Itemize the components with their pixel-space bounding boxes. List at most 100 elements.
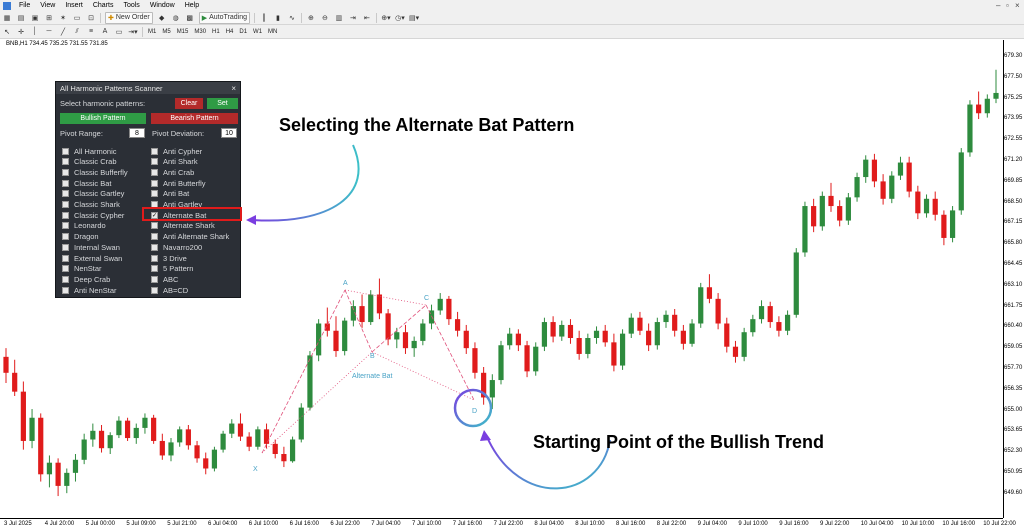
- price-axis[interactable]: [1003, 40, 1024, 518]
- pattern-option[interactable]: Navarro200: [151, 242, 202, 252]
- zoom-out-icon[interactable]: ⊖: [320, 13, 330, 23]
- pivot-range-input[interactable]: 8: [129, 128, 145, 138]
- channel-icon[interactable]: ⫽: [72, 27, 82, 37]
- checkbox[interactable]: [151, 147, 158, 155]
- vertical-line-icon[interactable]: │: [30, 27, 40, 37]
- close-icon[interactable]: ×: [231, 84, 236, 93]
- signals-icon[interactable]: ◍: [171, 13, 181, 23]
- pivot-deviation-input[interactable]: 10: [221, 128, 237, 138]
- checkbox[interactable]: [151, 190, 158, 198]
- pattern-option[interactable]: Dragon: [62, 232, 99, 242]
- checkbox[interactable]: [62, 211, 69, 219]
- timeframe-d1[interactable]: D1: [236, 29, 250, 35]
- checkbox[interactable]: [151, 168, 158, 176]
- checkbox[interactable]: [62, 190, 69, 198]
- label-icon[interactable]: ▭: [114, 27, 124, 37]
- pattern-option[interactable]: Leonardo: [62, 221, 106, 231]
- templates-icon[interactable]: ▤▾: [409, 13, 419, 23]
- menu-tools[interactable]: Tools: [118, 2, 144, 9]
- line-chart-icon[interactable]: ∿: [287, 13, 297, 23]
- vps-icon[interactable]: ▩: [185, 13, 195, 23]
- pattern-option[interactable]: Internal Swan: [62, 242, 120, 252]
- checkbox[interactable]: [151, 222, 158, 230]
- pattern-option[interactable]: Anti Butterfly: [151, 178, 206, 188]
- checkbox[interactable]: [62, 179, 69, 187]
- timeframe-w1[interactable]: W1: [250, 29, 265, 35]
- checkbox[interactable]: [62, 254, 69, 262]
- pattern-option[interactable]: Anti Cypher: [151, 146, 202, 156]
- menu-window[interactable]: Window: [145, 2, 180, 9]
- fibonacci-icon[interactable]: ≡: [86, 27, 96, 37]
- set-button[interactable]: Set: [207, 98, 238, 109]
- minimize-icon[interactable]: –: [996, 1, 1000, 10]
- autotrading-button[interactable]: ▶ AutoTrading: [198, 11, 250, 24]
- timeframe-h1[interactable]: H1: [209, 29, 223, 35]
- pattern-option[interactable]: Anti Alternate Shark: [151, 232, 229, 242]
- zoom-in-icon[interactable]: ⊕: [306, 13, 316, 23]
- bullish-pattern-button[interactable]: Bullish Pattern: [60, 113, 146, 124]
- pattern-option[interactable]: Anti Shark: [151, 157, 198, 167]
- data-window-icon[interactable]: ⊞: [44, 13, 54, 23]
- text-icon[interactable]: A: [100, 27, 110, 37]
- strategy-tester-icon[interactable]: ⊡: [86, 13, 96, 23]
- checkbox[interactable]: [62, 233, 69, 241]
- market-watch-icon[interactable]: ▣: [30, 13, 40, 23]
- checkbox[interactable]: [62, 201, 69, 208]
- pattern-option[interactable]: AB=CD: [151, 285, 188, 295]
- checkbox[interactable]: [151, 158, 158, 166]
- horizontal-line-icon[interactable]: ─: [44, 27, 54, 37]
- pattern-option[interactable]: Classic Bufferfly: [62, 167, 128, 177]
- pattern-option[interactable]: Classic Shark: [62, 200, 120, 210]
- terminal-icon[interactable]: ▭: [72, 13, 82, 23]
- cursor-icon[interactable]: ↖: [2, 27, 12, 37]
- pattern-option[interactable]: Classic Cypher: [62, 210, 124, 220]
- pattern-option[interactable]: External Swan: [62, 253, 122, 263]
- checkbox[interactable]: [62, 275, 69, 283]
- pattern-option[interactable]: Alternate Shark: [151, 221, 215, 231]
- pattern-option[interactable]: All Harmonic: [62, 146, 117, 156]
- pattern-option[interactable]: Classic Bat: [62, 178, 112, 188]
- pattern-option[interactable]: NenStar: [62, 264, 102, 274]
- checkbox[interactable]: [151, 265, 158, 273]
- menu-file[interactable]: File: [14, 2, 35, 9]
- timeframe-m15[interactable]: M15: [174, 29, 192, 35]
- pattern-option[interactable]: Anti Crab: [151, 167, 194, 177]
- auto-scroll-icon[interactable]: ⇥: [348, 13, 358, 23]
- checkbox[interactable]: [151, 233, 158, 241]
- pattern-option[interactable]: Deep Crab: [62, 274, 110, 284]
- pattern-option[interactable]: Classic Gartley: [62, 189, 124, 199]
- periods-icon[interactable]: ◷▾: [395, 13, 405, 23]
- checkbox[interactable]: [151, 254, 158, 262]
- indicators-icon[interactable]: ⊕▾: [381, 13, 391, 23]
- scanner-titlebar[interactable]: All Harmonic Patterns Scanner ×: [56, 82, 240, 94]
- pattern-option[interactable]: 3 Drive: [151, 253, 187, 263]
- timeframe-h4[interactable]: H4: [223, 29, 237, 35]
- checkbox[interactable]: [62, 222, 69, 230]
- pattern-option[interactable]: ABC: [151, 274, 178, 284]
- clear-button[interactable]: Clear: [175, 98, 203, 109]
- candlestick-icon[interactable]: ▮: [273, 13, 283, 23]
- bearish-pattern-button[interactable]: Bearish Pattern: [151, 113, 238, 124]
- trendline-icon[interactable]: ╱: [58, 27, 68, 37]
- profiles-icon[interactable]: ▤: [16, 13, 26, 23]
- timeframe-mn[interactable]: MN: [265, 29, 280, 35]
- checkbox[interactable]: [62, 158, 69, 166]
- new-chart-icon[interactable]: ▦: [2, 13, 12, 23]
- close-icon[interactable]: ×: [1015, 1, 1020, 10]
- timeframe-m5[interactable]: M5: [159, 29, 173, 35]
- menu-view[interactable]: View: [35, 2, 60, 9]
- checkbox[interactable]: [151, 243, 158, 251]
- chart-shift-icon[interactable]: ⇤: [362, 13, 372, 23]
- bar-chart-icon[interactable]: ┃: [259, 13, 269, 23]
- navigator-icon[interactable]: ✶: [58, 13, 68, 23]
- checkbox[interactable]: [62, 286, 69, 294]
- menu-charts[interactable]: Charts: [88, 2, 119, 9]
- meta-editor-icon[interactable]: ◆: [157, 13, 167, 23]
- pattern-option[interactable]: 5 Pattern: [151, 264, 193, 274]
- checkbox[interactable]: [62, 147, 69, 155]
- timeframe-m1[interactable]: M1: [145, 29, 159, 35]
- checkbox[interactable]: [151, 179, 158, 187]
- checkbox[interactable]: [151, 286, 158, 294]
- crosshair-icon[interactable]: ✛: [16, 27, 26, 37]
- checkbox[interactable]: [62, 168, 69, 176]
